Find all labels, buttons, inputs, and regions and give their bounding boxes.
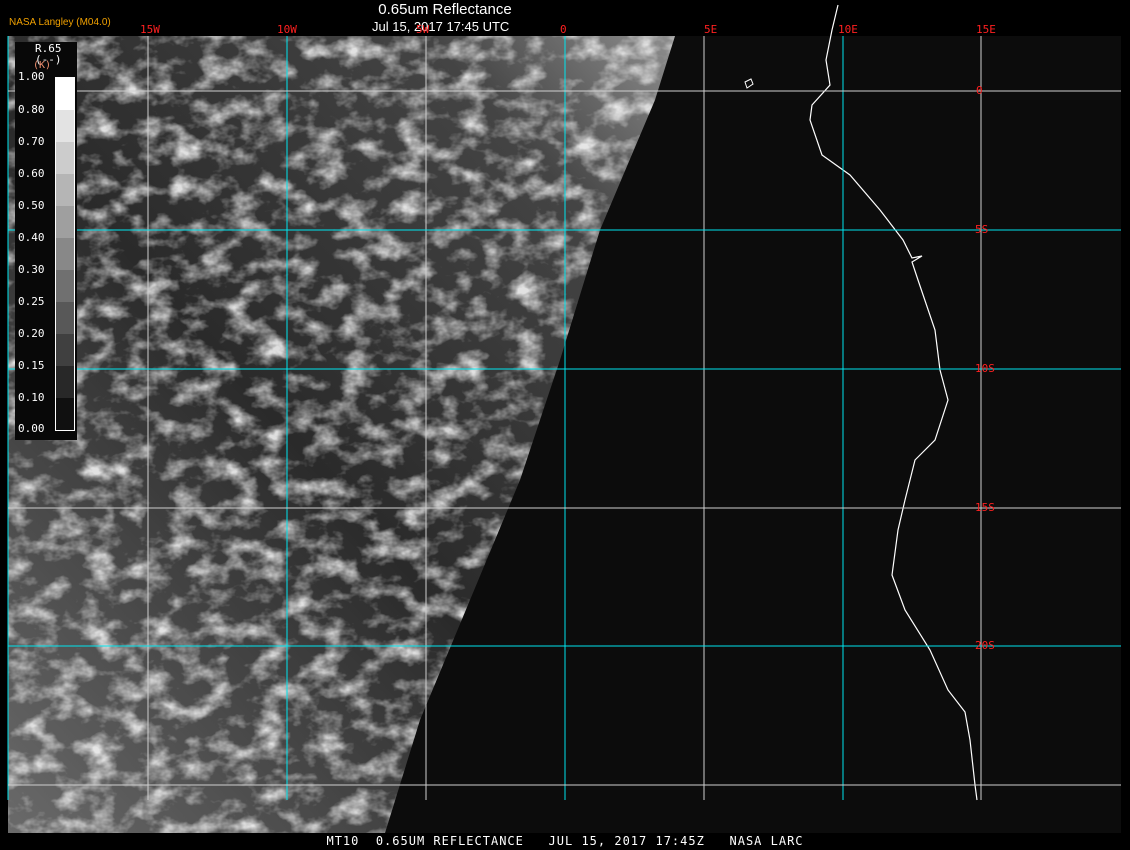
lat-label: 5S	[975, 223, 989, 236]
lon-label: 5E	[704, 23, 718, 36]
legend-tick: 0.00	[18, 422, 45, 435]
legend-tick: 0.10	[18, 391, 45, 404]
satellite-map[interactable]	[0, 0, 1130, 850]
legend-tick: 0.70	[18, 135, 45, 148]
legend-tick: 1.00	[18, 70, 45, 83]
image-title: 0.65um Reflectance	[378, 1, 512, 18]
legend-tick: 0.80	[18, 103, 45, 116]
lon-label: 5W	[416, 23, 430, 36]
legend-tick: 0.40	[18, 231, 45, 244]
legend-tick: 0.25	[18, 295, 45, 308]
footer-caption: MT10 0.65UM REFLECTANCE JUL 15, 2017 17:…	[326, 834, 804, 848]
lon-label: 10E	[838, 23, 858, 36]
legend-colorbar	[55, 77, 75, 431]
legend-tick: 0.50	[18, 199, 45, 212]
lat-label: 15S	[975, 501, 995, 514]
lon-label: 15E	[976, 23, 996, 36]
legend-tick: 0.15	[18, 359, 45, 372]
lon-label: 0	[560, 23, 567, 36]
lat-label: 0	[976, 84, 983, 97]
lat-label: 10S	[975, 362, 995, 375]
brand-label: NASA Langley (M04.0)	[9, 17, 111, 28]
lat-label: 20S	[975, 639, 995, 652]
color-legend: R.65 (--) (K) 1.00 0.80 0.70 0.60 0.50 0…	[15, 42, 77, 440]
lon-label: 15W	[140, 23, 160, 36]
legend-tick: 0.30	[18, 263, 45, 276]
legend-tick: 0.20	[18, 327, 45, 340]
legend-tick: 0.60	[18, 167, 45, 180]
lon-label: 10W	[277, 23, 297, 36]
image-timestamp: Jul 15, 2017 17:45 UTC	[372, 19, 510, 34]
